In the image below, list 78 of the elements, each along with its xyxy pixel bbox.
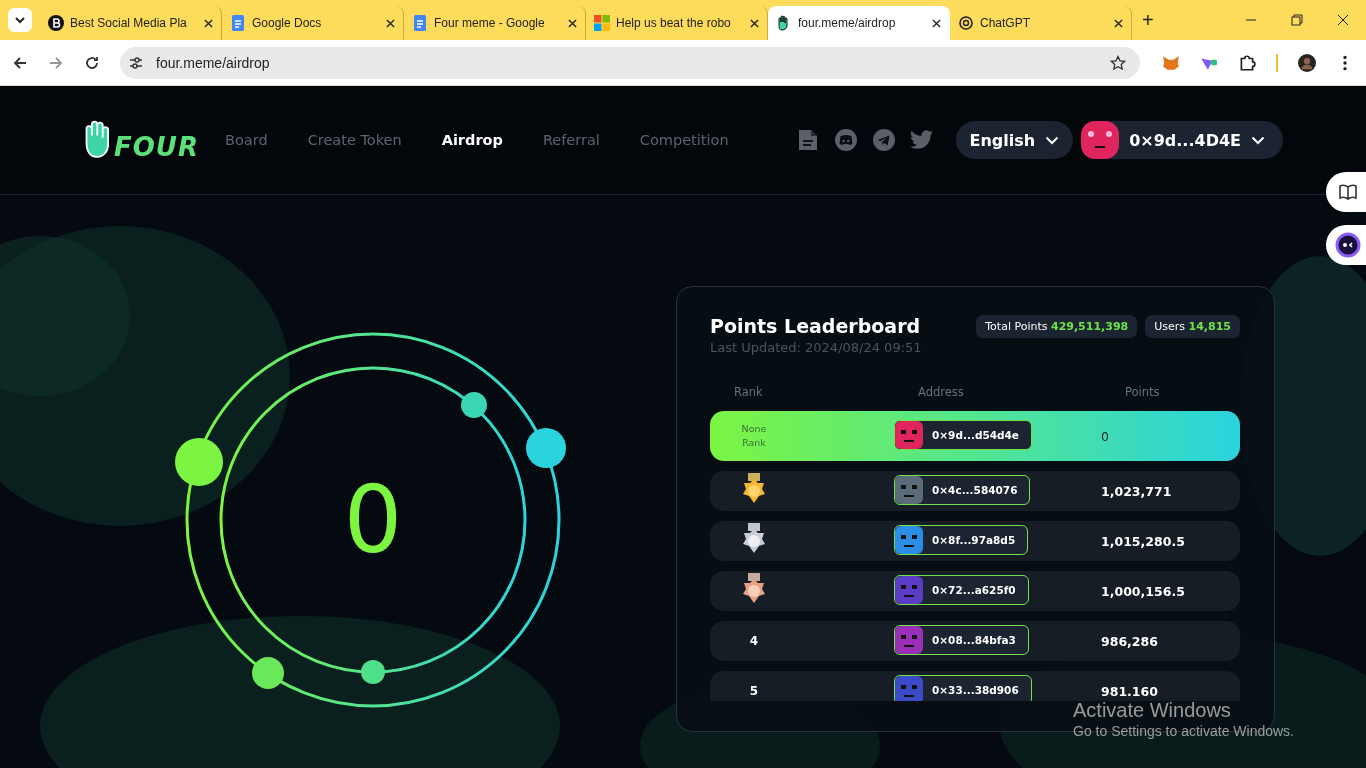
address-chip[interactable]: 0×08...84bfa3: [894, 624, 1029, 655]
paper-plane-icon[interactable]: [871, 129, 896, 151]
address-bar[interactable]: four.meme/airdrop: [120, 46, 1140, 79]
last-updated-text: Last Updated: 2024/08/24 09:51: [710, 340, 922, 355]
address-chip[interactable]: 0×9d...d54d4e: [894, 419, 1032, 450]
star-icon[interactable]: [1110, 54, 1126, 71]
tab-title: Four meme - Google: [434, 16, 546, 30]
chevron-down-icon: [14, 16, 26, 24]
rank-text: 5: [749, 684, 759, 698]
book-icon: [1339, 184, 1357, 200]
back-icon[interactable]: [12, 54, 28, 71]
guide-button[interactable]: [1326, 172, 1366, 212]
users-stat: Users 14,815: [1145, 315, 1240, 338]
wallet-address: 0×72...a625f0: [932, 583, 1016, 596]
activation-title: Activate Windows: [1073, 699, 1232, 721]
browser-tab[interactable]: four.meme/airdrop: [768, 6, 950, 40]
reload-icon[interactable]: [84, 54, 100, 71]
puzzle-icon[interactable]: [1238, 53, 1256, 72]
tab-title: Google Docs: [252, 16, 323, 30]
fox-icon[interactable]: [1162, 53, 1180, 72]
restore-icon[interactable]: [1291, 14, 1303, 26]
close-icon[interactable]: [1337, 14, 1349, 26]
forward-icon[interactable]: [48, 54, 64, 71]
wallet-dropdown[interactable]: 0×9d...4D4E: [1081, 121, 1283, 159]
b-logo-icon: [48, 15, 64, 31]
points-text: 1,023,771: [1101, 483, 1173, 499]
leaderboard-title: Points Leaderboard: [710, 315, 922, 337]
chat-controller-icon[interactable]: [833, 129, 858, 151]
points-text: 986,286: [1101, 633, 1159, 649]
tab-title: four.meme/airdrop: [798, 16, 897, 30]
bird-icon[interactable]: [909, 129, 934, 151]
points-text: 1,015,280.5: [1101, 533, 1186, 549]
document-icon: [230, 15, 246, 31]
url-text: four.meme/airdrop: [156, 54, 271, 71]
tab-title: ChatGPT: [980, 16, 1031, 30]
tab-title: Help us beat the robo: [616, 16, 732, 30]
column-header: Address: [918, 385, 965, 399]
address-chip[interactable]: 0×33...38d906: [894, 674, 1032, 701]
profile-avatar-icon[interactable]: [1298, 53, 1316, 72]
close-icon[interactable]: [932, 18, 941, 28]
four-logo[interactable]: FOUR: [82, 118, 199, 162]
site-settings-icon[interactable]: [128, 54, 144, 71]
knot-logo-icon: [958, 15, 974, 31]
wallet-address: 0×08...84bfa3: [932, 633, 1016, 646]
chevron-down-icon: [1045, 135, 1060, 145]
chevron-down-icon: [1251, 135, 1265, 145]
close-icon[interactable]: [204, 18, 213, 28]
close-icon[interactable]: [568, 18, 577, 28]
address-chip[interactable]: 0×4c...584076: [894, 474, 1031, 505]
address-chip[interactable]: 0×8f...97a8d5: [894, 524, 1029, 555]
rank-text: None Rank: [740, 421, 768, 450]
bot-face-icon: [1335, 232, 1361, 258]
tab-search-button[interactable]: [8, 8, 32, 32]
column-header: Points: [1125, 385, 1161, 399]
close-icon[interactable]: [750, 18, 759, 28]
new-tab-button[interactable]: +: [1132, 8, 1164, 32]
wallet-address: 0×8f...97a8d5: [932, 533, 1016, 546]
robot-avatar-icon: [1081, 121, 1120, 159]
points-text: 1,000,156.5: [1101, 583, 1186, 599]
tab-title: Best Social Media Pla: [70, 16, 188, 30]
language-dropdown[interactable]: English: [955, 121, 1074, 159]
wallet-address: 0×9d...d54d4e: [932, 428, 1019, 441]
points-text: 0: [1101, 428, 1110, 444]
wallet-address: 0×4c...584076: [932, 483, 1018, 496]
assistant-button[interactable]: [1326, 225, 1366, 265]
column-header: Rank: [734, 385, 764, 399]
close-icon[interactable]: [386, 18, 395, 28]
nav-link[interactable]: Airdrop: [421, 132, 523, 148]
wallet-address: 0×33...38d906: [932, 683, 1019, 696]
activation-text: Go to Settings to activate Windows.: [1073, 723, 1294, 739]
points-value: 0: [343, 466, 403, 574]
points-text: 981.160: [1101, 683, 1159, 699]
address-chip[interactable]: 0×72...a625f0: [894, 574, 1029, 605]
rank-text: 4: [749, 634, 759, 648]
windows-squares-icon: [594, 15, 610, 31]
close-icon[interactable]: [1114, 18, 1123, 28]
document-icon: [412, 15, 428, 31]
total-points-stat: Total Points 429,511,398: [976, 315, 1138, 338]
